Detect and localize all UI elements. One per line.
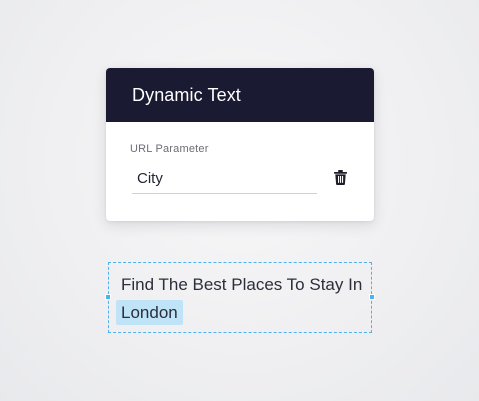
dynamic-text-element[interactable]: Find The Best Places To Stay In London — [105, 262, 375, 333]
dynamic-text-card: Dynamic Text URL Parameter — [106, 68, 374, 221]
delete-parameter-button[interactable] — [332, 168, 348, 186]
card-header: Dynamic Text — [106, 68, 374, 122]
card-title: Dynamic Text — [132, 84, 241, 105]
url-parameter-label: URL Parameter — [130, 143, 209, 155]
dynamic-value-highlight: London — [116, 300, 183, 325]
resize-handle-right[interactable] — [369, 294, 375, 300]
static-text: Find The Best Places To Stay In — [121, 275, 363, 294]
resize-handle-left[interactable] — [105, 294, 111, 300]
url-parameter-input[interactable] — [132, 164, 317, 194]
trash-icon — [333, 169, 347, 185]
preview-text: Find The Best Places To Stay In London — [116, 271, 365, 327]
